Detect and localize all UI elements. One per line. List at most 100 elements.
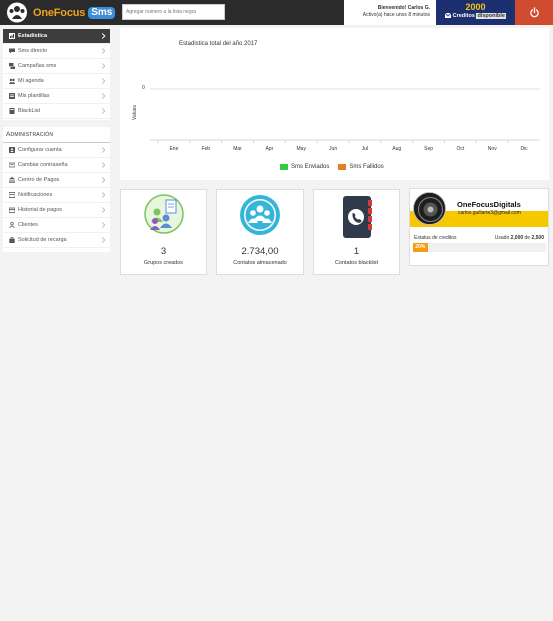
menu-item-label: Campañas sms	[18, 63, 57, 69]
x-tick-label: Mar	[233, 146, 242, 152]
brand-name: OneFocus	[33, 6, 86, 19]
stat-label-blacklist: Contatos blacklist	[334, 260, 379, 266]
sidebar-main-menu: Estadística Sms directo Campañas sms Mi age…	[3, 29, 110, 120]
menu-item-label: Clientes	[18, 222, 38, 228]
brand-sms: Sms	[88, 6, 116, 19]
stat-card-blacklist[interactable]: 1 Contatos blacklist	[313, 189, 400, 275]
sidebar-item-estadistica[interactable]: Estadística	[3, 29, 110, 44]
credit-usage: Usado 2,000 de 2,500	[495, 235, 544, 241]
chevron-right-icon	[101, 162, 106, 168]
chevron-right-icon	[101, 33, 106, 39]
x-tick-label: May	[296, 146, 306, 152]
x-tick-label: Ene	[169, 146, 179, 152]
logo-people-icon	[7, 2, 27, 23]
credit-progress-bar: 20%	[413, 243, 546, 252]
menu-item-label: Cambiar contraseña	[18, 162, 68, 168]
power-icon	[529, 7, 539, 18]
admin-item-clientes[interactable]: Clientes	[3, 218, 110, 233]
admin-item-solicitud-de-recarga[interactable]: Solicitud de recarga	[3, 233, 110, 248]
line-chart	[150, 88, 540, 143]
menu-item-label: Sms directo	[18, 48, 48, 54]
credit-used-value: 2,000	[510, 235, 524, 241]
admin-item-historial-de-pagos[interactable]: Historial de pagos	[3, 203, 110, 218]
chevron-right-icon	[101, 177, 106, 183]
stat-label-contacts: Contatos almacenado	[233, 260, 287, 266]
credit-status-label: Estatus de creditos	[414, 235, 457, 241]
legend-swatch-failed	[338, 164, 347, 170]
chevron-right-icon	[101, 63, 106, 69]
stat-value-contacts: 2.734,00	[241, 246, 279, 257]
chevron-right-icon	[101, 48, 106, 54]
x-tick-label: Feb	[201, 146, 211, 152]
menu-item-label: Centro de Pagos	[18, 177, 60, 183]
admin-item-notificaciones[interactable]: Notificaciones	[3, 188, 110, 203]
sidebar-item-blacklist[interactable]: BlackList	[3, 104, 110, 119]
credit-progress-fill: 20%	[413, 243, 428, 252]
x-tick-label: Nov	[487, 146, 497, 152]
chevron-right-icon	[101, 192, 106, 198]
admin-item-configurar-cuenta[interactable]: Configurar cuenta	[3, 143, 110, 158]
chevron-right-icon	[101, 237, 106, 243]
chevron-right-icon	[101, 93, 106, 99]
logout-button[interactable]	[515, 0, 553, 25]
sidebar-admin-menu: Administración Configurar cuenta Cambiar …	[3, 127, 110, 252]
x-tick-label: Aug	[392, 146, 402, 152]
menu-item-label: Mi agenda	[18, 78, 44, 84]
admin-item-centro-de-pagos[interactable]: Centro de Pagos	[3, 173, 110, 188]
x-tick-label: Jun	[329, 146, 338, 152]
chart-legend: Sms Enviados Sms Fallidos	[280, 164, 393, 170]
y-tick-label: 0	[142, 85, 145, 91]
book-icon	[9, 108, 15, 114]
bell-icon	[9, 192, 15, 198]
sidebar-item-campanas-sms[interactable]: Campañas sms	[3, 59, 110, 74]
comment-icon	[9, 48, 15, 54]
menu-item-label: Estadística	[18, 33, 48, 39]
x-tick-label: Apr	[265, 146, 274, 152]
admin-section-title: Administración	[3, 127, 110, 143]
template-icon	[9, 93, 15, 99]
stat-card-contacts[interactable]: 2.734,00 Contatos almacenado	[216, 189, 304, 275]
user-icon	[9, 147, 15, 153]
credit-usage-of: de	[524, 235, 531, 241]
key-icon	[9, 162, 15, 168]
sidebar-item-sms-directo[interactable]: Sms directo	[3, 44, 110, 59]
legend-swatch-sent	[280, 164, 288, 170]
users-icon	[9, 78, 15, 84]
x-tick-label: Jul	[361, 146, 369, 152]
credits-box[interactable]: 2000 Creditos disponible	[436, 0, 515, 25]
sidebar-item-mis-plantillas[interactable]: Mis plantillas	[3, 89, 110, 104]
chevron-right-icon	[101, 222, 106, 228]
credits-label: Creditos	[452, 13, 475, 19]
menu-item-label: Notificaciones	[18, 192, 53, 198]
top-bar: OneFocus Sms Bienvenido! Carlos G. Activ…	[0, 0, 553, 25]
welcome-box: Bienvenido! Carlos G. Activo(a) hace uno…	[344, 0, 436, 25]
legend-item-failed[interactable]: Sms Fallidos	[338, 164, 384, 170]
logo[interactable]: OneFocus Sms	[4, 2, 116, 23]
sidebar-item-mi-agenda[interactable]: Mi agenda	[3, 74, 110, 89]
legend-label-failed: Sms Fallidos	[349, 164, 384, 170]
chart-title: Estadistica total del año 2017	[179, 41, 258, 47]
profile-name: OneFocusDigitals	[457, 200, 521, 209]
blacklist-search-input[interactable]	[122, 4, 225, 20]
menu-item-label: Solicitud de recarga	[18, 237, 67, 243]
credits-label-highlight: disponible	[476, 13, 506, 19]
x-tick-label: Dic	[520, 146, 528, 152]
avatar[interactable]	[413, 192, 446, 225]
admin-item-cambiar-contrasena[interactable]: Cambiar contraseña	[3, 158, 110, 173]
stat-value-groups: 3	[160, 246, 167, 257]
chevron-right-icon	[101, 108, 106, 114]
chevron-right-icon	[101, 147, 106, 153]
menu-item-label: BlackList	[18, 108, 41, 114]
welcome-user: Bienvenido! Carlos G.	[377, 5, 430, 11]
card-icon	[9, 207, 15, 213]
x-tick-label: Sep	[424, 146, 434, 152]
legend-item-sent[interactable]: Sms Enviados	[280, 164, 329, 170]
chevron-right-icon	[101, 207, 106, 213]
menu-item-label: Historial de pagos	[18, 207, 63, 213]
phonebook-icon	[342, 196, 372, 238]
welcome-activity: Activo(a) hace unos 8 minutos	[362, 12, 430, 18]
credit-total-value: 2,500	[531, 235, 544, 241]
stat-card-groups[interactable]: 3 Grupos creados	[120, 189, 207, 275]
bank-icon	[9, 177, 15, 183]
chevron-right-icon	[101, 78, 106, 84]
